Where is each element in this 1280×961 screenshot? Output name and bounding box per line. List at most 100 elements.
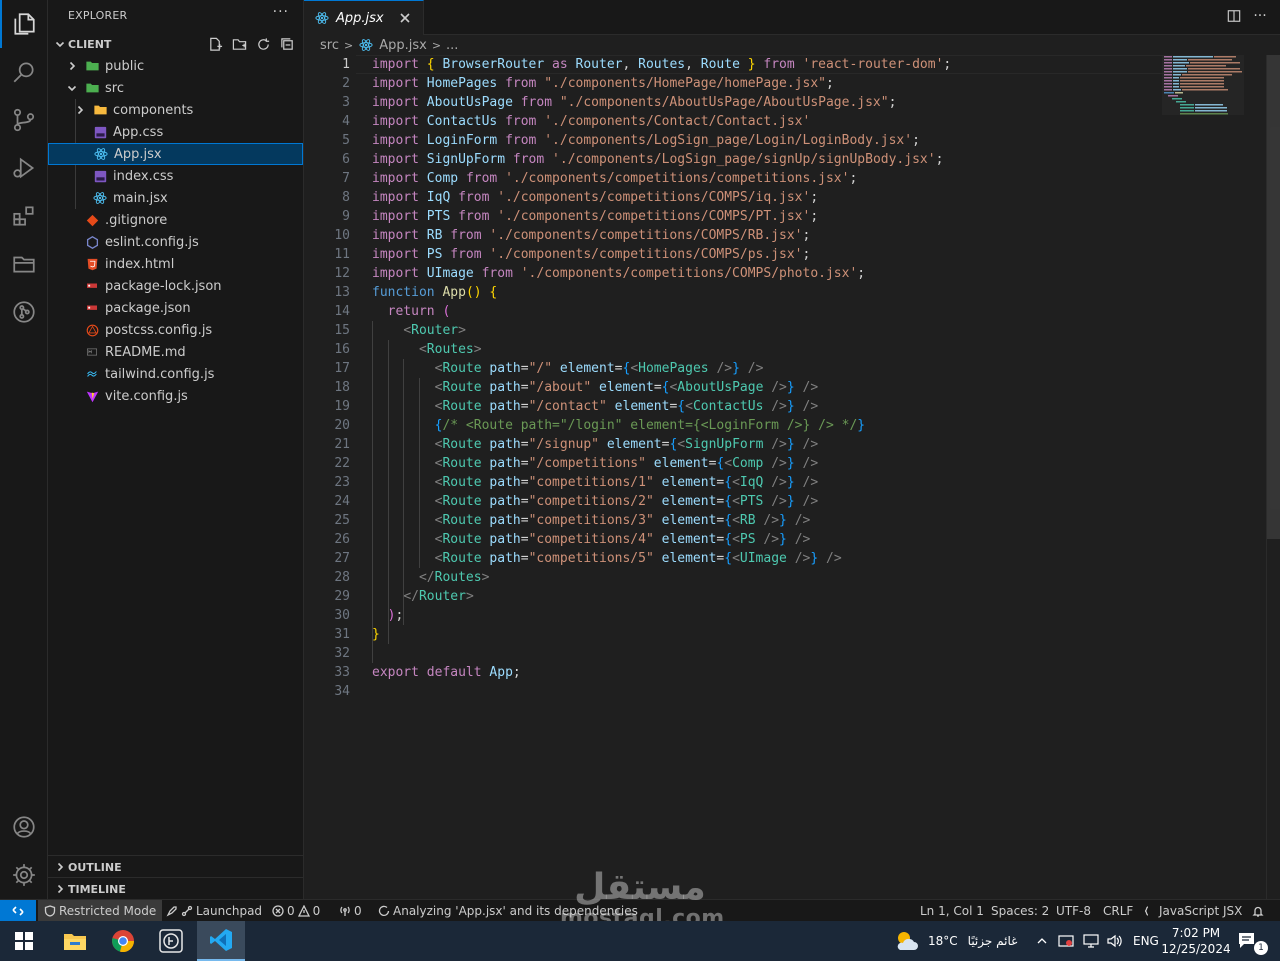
clock[interactable]: 7:02 PM 12/25/2024 <box>1161 921 1230 961</box>
search-icon[interactable] <box>0 48 48 96</box>
tree-item-index-html[interactable]: index.html <box>48 253 303 275</box>
show-hidden-icons-chevron-up-icon[interactable] <box>1036 921 1048 961</box>
collapse-all-icon[interactable] <box>278 35 296 53</box>
breadcrumb-folder[interactable]: src <box>320 38 339 53</box>
tree-item-app-css[interactable]: App.css <box>48 121 303 143</box>
broadcast-icon <box>340 906 350 916</box>
file-explorer-icon[interactable] <box>51 921 99 961</box>
tree-item-eslint-config-js[interactable]: eslint.config.js <box>48 231 303 253</box>
code-line: import ContactUs from './components/Cont… <box>372 114 811 129</box>
tree-item-postcss-config-js[interactable]: postcss.config.js <box>48 319 303 341</box>
new-folder-icon[interactable] <box>230 35 248 53</box>
tab-app-jsx[interactable]: App.jsx <box>304 0 424 35</box>
chrome-browser-icon[interactable] <box>99 921 147 961</box>
split-editor-icon[interactable] <box>1226 7 1242 25</box>
launchpad-item[interactable]: Launchpad <box>166 900 262 922</box>
remote-indicator-icon[interactable] <box>0 900 36 922</box>
vite-file-icon <box>84 388 100 404</box>
indentation-setting[interactable]: Spaces: 2 <box>991 900 1049 922</box>
tree-item-app-jsx[interactable]: App.jsx <box>48 143 303 165</box>
code-line: import Comp from './components/competiti… <box>372 171 858 186</box>
project-section-header[interactable]: CLIENT <box>48 33 304 55</box>
minimap[interactable] <box>1162 55 1266 135</box>
rocket-icon <box>166 906 177 917</box>
tree-item-label: eslint.config.js <box>105 234 199 250</box>
windows-start-icon[interactable] <box>0 921 48 961</box>
tree-item-label: postcss.config.js <box>105 322 213 338</box>
explorer-icon[interactable] <box>0 0 48 48</box>
run-debug-icon[interactable] <box>0 144 48 192</box>
tree-item-package-json[interactable]: package.json <box>48 297 303 319</box>
breadcrumb-file[interactable]: App.jsx <box>379 38 427 53</box>
code-line: function App() { <box>372 285 498 300</box>
chevron-down-icon <box>64 80 80 96</box>
shield-icon <box>44 905 56 917</box>
tree-item-public[interactable]: public <box>48 55 303 77</box>
line-number: 4 <box>342 114 350 129</box>
code-line: <Route path="/competitions" element={<Co… <box>434 456 819 471</box>
app-launcher-icon[interactable] <box>147 921 195 961</box>
code-line: import LoginForm from './components/LogS… <box>372 133 920 148</box>
more-actions-icon[interactable]: ··· <box>1252 7 1268 25</box>
tree-item-vite-config-js[interactable]: vite.config.js <box>48 385 303 407</box>
clock-date: 12/25/2024 <box>1161 942 1231 956</box>
tree-item-package-lock-json[interactable]: package-lock.json <box>48 275 303 297</box>
react-file-icon <box>358 37 374 53</box>
chevron-right-icon: > <box>343 38 354 52</box>
cursor-position[interactable]: Ln 1, Col 1 <box>920 900 984 922</box>
tree-item-tailwind-config-js[interactable]: tailwind.config.js <box>48 363 303 385</box>
extensions-icon[interactable] <box>0 192 48 240</box>
more-actions-icon[interactable]: ··· <box>273 4 289 20</box>
refresh-icon[interactable] <box>254 35 272 53</box>
code-editor[interactable]: 1 2 3 4 5 6 7 8 9 10 11 12 13 14 15 16 17 18 19 20 21 22 23 24 2… <box>304 55 1280 899</box>
timeline-git-icon[interactable] <box>0 288 48 336</box>
source-control-icon[interactable] <box>0 96 48 144</box>
markdown-file-icon <box>84 344 100 360</box>
ports-indicator[interactable]: 0 <box>339 900 362 922</box>
settings-gear-icon[interactable] <box>0 851 48 899</box>
notifications-bell-icon[interactable] <box>1252 900 1264 922</box>
accounts-icon[interactable] <box>0 803 48 851</box>
network-icon[interactable] <box>1083 921 1099 961</box>
notification-center-icon[interactable]: 1 <box>1238 921 1268 961</box>
new-file-icon[interactable] <box>206 35 224 53</box>
outline-section-header[interactable]: OUTLINE <box>48 855 304 877</box>
tree-item-gitignore[interactable]: .gitignore <box>48 209 303 231</box>
security-tray-icon[interactable] <box>1058 921 1074 961</box>
tree-item-src[interactable]: src <box>48 77 303 99</box>
volume-icon[interactable] <box>1106 921 1122 961</box>
tree-item-readme-md[interactable]: README.md <box>48 341 303 363</box>
breadcrumb-more[interactable]: ... <box>446 38 458 53</box>
timeline-section-header[interactable]: TIMELINE <box>48 877 304 899</box>
vscode-taskbar-icon[interactable] <box>197 921 245 961</box>
restricted-mode-label: Restricted Mode <box>59 904 157 918</box>
code-line: </Router> <box>403 589 474 604</box>
weather-widget[interactable]: 18°C غائم جزئيًا <box>894 921 1017 961</box>
code-line: <Route path="competitions/3" element={<R… <box>434 513 811 528</box>
scrollbar-thumb[interactable] <box>1267 55 1280 539</box>
tree-item-components[interactable]: components <box>48 99 303 121</box>
restricted-mode-indicator[interactable]: Restricted Mode <box>38 900 163 922</box>
remote-explorer-icon[interactable] <box>0 240 48 288</box>
code-line: <Route path="/" element={<HomePages />} … <box>434 361 764 376</box>
close-icon[interactable] <box>397 10 413 26</box>
code-line: <Route path="competitions/4" element={<P… <box>434 532 811 547</box>
code-line: import { BrowserRouter as Router, Routes… <box>372 57 952 72</box>
tree-item-index-css[interactable]: index.css <box>48 165 303 187</box>
line-number: 8 <box>342 190 350 205</box>
encoding-setting[interactable]: UTF-8 <box>1056 900 1091 922</box>
tree-item-label: package.json <box>105 300 191 316</box>
connection-icon <box>181 905 193 917</box>
error-icon <box>272 905 284 917</box>
tab-label: App.jsx <box>336 10 384 26</box>
ports-count: 0 <box>354 904 362 918</box>
language-mode[interactable]: JavaScript JSX <box>1144 900 1242 922</box>
line-number: 24 <box>334 494 350 509</box>
vertical-scrollbar[interactable] <box>1266 55 1280 899</box>
code-line: {/* <Route path="/login" element={<Login… <box>434 418 866 433</box>
problems-indicator[interactable]: 0 0 <box>272 900 320 922</box>
warning-icon <box>297 905 310 917</box>
tree-item-main-jsx[interactable]: main.jsx <box>48 187 303 209</box>
input-language[interactable]: ENG <box>1133 921 1159 961</box>
eol-setting[interactable]: CRLF <box>1103 900 1133 922</box>
